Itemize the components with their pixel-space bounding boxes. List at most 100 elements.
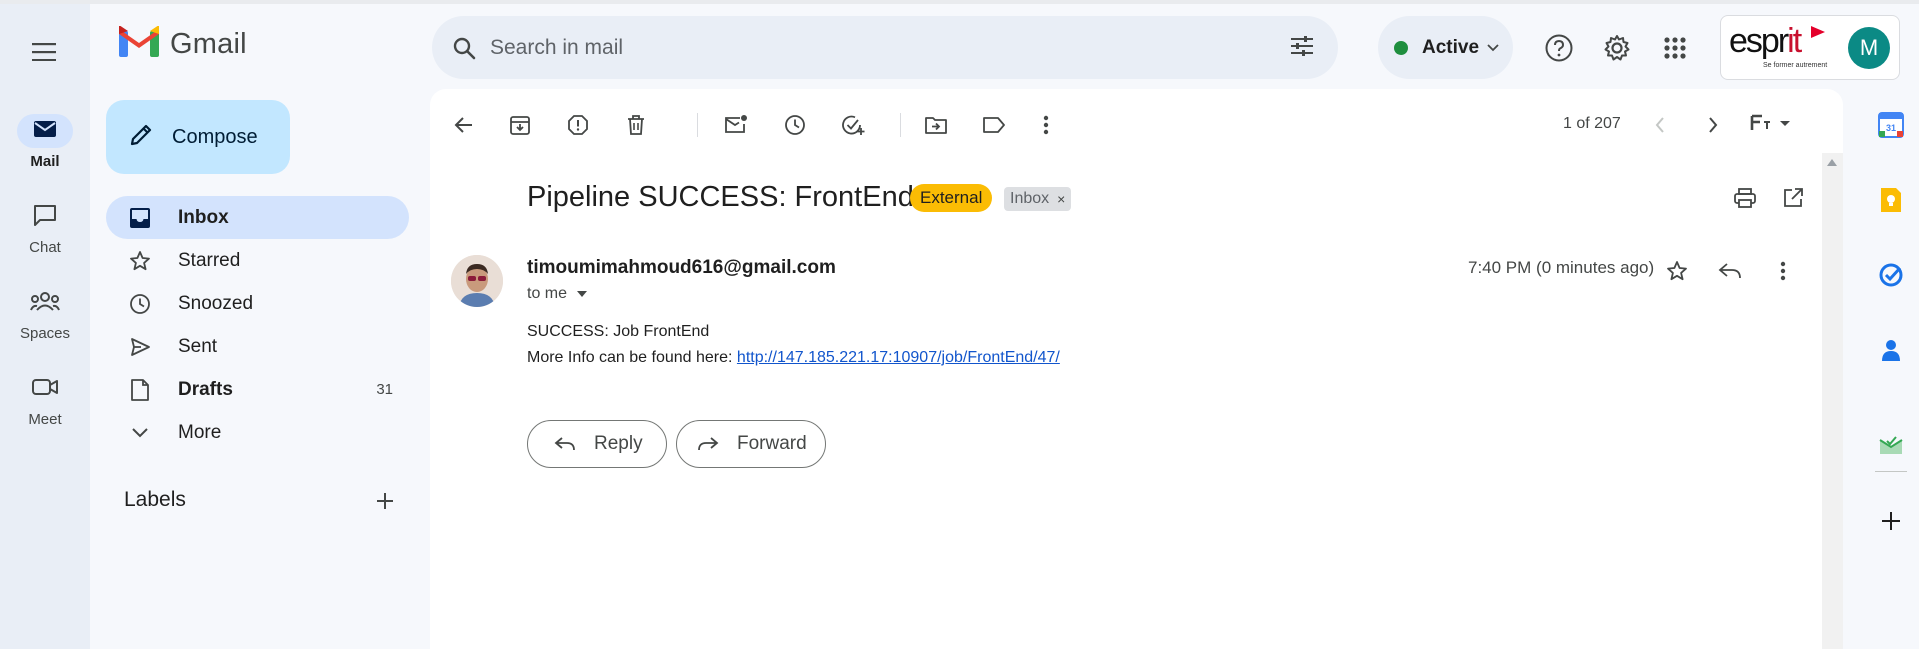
tasks-icon[interactable] — [1873, 257, 1909, 293]
older-chevron-right-icon[interactable] — [1695, 107, 1731, 143]
add-to-tasks-icon[interactable] — [835, 107, 871, 143]
status-label: Active — [1422, 36, 1480, 58]
settings-gear-icon[interactable] — [1598, 29, 1636, 67]
inbox-label-chip[interactable]: Inbox × — [1004, 187, 1072, 211]
app-rail: Mail Chat Spaces Meet — [0, 4, 90, 649]
org-logo-flag — [1811, 26, 1825, 38]
message-subject: Pipeline SUCCESS: FrontEnd — [527, 181, 914, 213]
move-to-folder-icon[interactable] — [918, 107, 954, 143]
sidebar-item-label: Sent — [178, 335, 218, 357]
chevron-down-icon — [1487, 39, 1499, 57]
sidebar-item-inbox[interactable]: Inbox — [106, 196, 409, 239]
main-menu-icon[interactable] — [26, 34, 62, 70]
input-tools-selector[interactable] — [1746, 107, 1796, 143]
add-label-icon[interactable] — [370, 486, 400, 516]
archive-icon[interactable] — [502, 107, 538, 143]
status-dot — [1394, 40, 1408, 55]
show-details-caret-icon — [577, 291, 588, 297]
keep-icon[interactable] — [1873, 182, 1909, 218]
addon-icon[interactable] — [1873, 427, 1909, 463]
help-icon[interactable] — [1540, 29, 1578, 67]
recipient-label: to me — [527, 285, 568, 302]
more-vert-icon[interactable] — [1765, 253, 1801, 289]
sidebar-item-snoozed[interactable]: Snoozed — [106, 282, 409, 325]
get-addons-plus-icon[interactable] — [1873, 503, 1909, 539]
sender-email[interactable]: timoumimahmoud616@gmail.com — [527, 257, 836, 279]
star-icon — [128, 249, 152, 273]
star-icon[interactable] — [1659, 253, 1695, 289]
remove-label-icon[interactable]: × — [1057, 187, 1065, 211]
scrollbar[interactable] — [1822, 153, 1843, 649]
svg-text:31: 31 — [1886, 123, 1896, 133]
open-in-new-window-icon[interactable] — [1775, 180, 1811, 216]
rail-label: Chat — [29, 239, 61, 256]
rail-item-mail[interactable]: Mail — [0, 114, 90, 170]
scroll-up-arrow[interactable] — [1827, 159, 1837, 166]
label-tag-icon[interactable] — [976, 107, 1012, 143]
forward-label: Forward — [737, 433, 807, 454]
recipient-details[interactable]: to me — [527, 285, 588, 303]
compose-label: Compose — [172, 125, 258, 148]
draft-icon — [128, 378, 152, 402]
chat-icon — [32, 203, 58, 232]
message-body-line: More Info can be found here: http://147.… — [527, 349, 1060, 367]
app-name: Gmail — [170, 28, 247, 60]
spaces-icon — [30, 290, 60, 317]
search-options-icon[interactable] — [1288, 32, 1316, 65]
gmail-logo[interactable]: Gmail — [118, 25, 247, 63]
mail-icon — [33, 119, 57, 144]
pencil-icon — [128, 122, 154, 153]
chevron-down-icon — [128, 421, 152, 445]
meet-icon — [31, 377, 59, 402]
window-top-border — [0, 0, 1919, 4]
sidebar-item-label: Starred — [178, 249, 241, 271]
message-view: 1 of 207 Pipeline SUCCESS: FrontEnd Exte… — [430, 89, 1843, 649]
labels-heading: Labels — [124, 488, 186, 511]
search-input[interactable] — [490, 35, 1250, 60]
clock-icon — [128, 292, 152, 316]
sidebar-item-starred[interactable]: Starred — [106, 239, 409, 282]
rail-item-chat[interactable]: Chat — [0, 200, 90, 256]
snooze-clock-icon[interactable] — [777, 107, 813, 143]
search-bar — [432, 16, 1338, 79]
reply-icon — [554, 436, 576, 452]
sidebar-item-sent[interactable]: Sent — [106, 325, 409, 368]
search-icon[interactable] — [448, 32, 480, 64]
account-switcher[interactable]: esprit Se former autrement M — [1720, 15, 1900, 80]
inbox-icon — [128, 206, 152, 230]
message-timestamp: 7:40 PM (0 minutes ago) — [1468, 258, 1655, 277]
print-icon[interactable] — [1727, 180, 1763, 216]
pagination-count: 1 of 207 — [1563, 115, 1621, 132]
more-vert-icon[interactable] — [1028, 107, 1064, 143]
reply-button[interactable]: Reply — [527, 420, 667, 468]
sidebar-item-label: Snoozed — [178, 292, 254, 314]
contacts-icon[interactable] — [1873, 332, 1909, 368]
calendar-icon[interactable]: 31 — [1873, 107, 1909, 143]
sender-avatar[interactable] — [451, 255, 503, 307]
rail-item-spaces[interactable]: Spaces — [0, 286, 90, 342]
status-selector[interactable]: Active — [1378, 16, 1513, 79]
forward-button[interactable]: Forward — [676, 420, 826, 468]
label-chip-text: Inbox — [1010, 190, 1050, 207]
rail-label: Spaces — [19, 325, 71, 342]
sidebar-item-drafts[interactable]: Drafts 31 — [106, 368, 409, 411]
toolbar-divider — [900, 113, 901, 137]
newer-chevron-left-icon[interactable] — [1642, 107, 1678, 143]
report-spam-icon[interactable] — [560, 107, 596, 143]
back-arrow-icon[interactable] — [446, 107, 482, 143]
rail-item-meet[interactable]: Meet — [0, 372, 90, 428]
delete-trash-icon[interactable] — [618, 107, 654, 143]
reply-icon[interactable] — [1712, 253, 1748, 289]
forward-icon — [697, 436, 719, 452]
sidebar-item-more[interactable]: More — [106, 411, 409, 454]
apps-grid-icon[interactable] — [1656, 29, 1694, 67]
send-icon — [128, 335, 152, 359]
side-panel-divider — [1875, 471, 1907, 472]
compose-button[interactable]: Compose — [106, 100, 290, 174]
external-badge: External — [910, 184, 993, 212]
rail-label: Meet — [28, 411, 62, 428]
sidebar-item-label: Inbox — [178, 206, 229, 228]
job-link[interactable]: http://147.185.221.17:10907/job/FrontEnd… — [737, 349, 1060, 366]
mark-unread-icon[interactable] — [718, 107, 754, 143]
avatar[interactable]: M — [1848, 27, 1890, 69]
